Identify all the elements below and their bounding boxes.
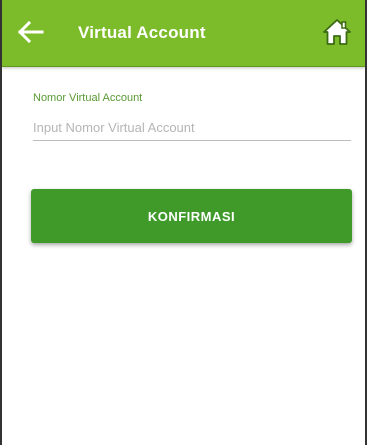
virtual-account-label: Nomor Virtual Account [33,92,143,104]
back-button[interactable] [16,17,46,47]
confirm-button[interactable]: KONFIRMASI [31,189,352,243]
home-button[interactable] [321,16,353,48]
screen: Virtual Account Nomor Virtual Account KO… [0,0,367,445]
page-title: Virtual Account [78,23,206,42]
app-bar: Virtual Account [2,0,365,67]
arrow-left-icon [18,21,44,43]
home-icon [323,19,351,45]
virtual-account-input[interactable] [33,114,351,141]
virtual-account-field: Nomor Virtual Account [33,91,351,141]
